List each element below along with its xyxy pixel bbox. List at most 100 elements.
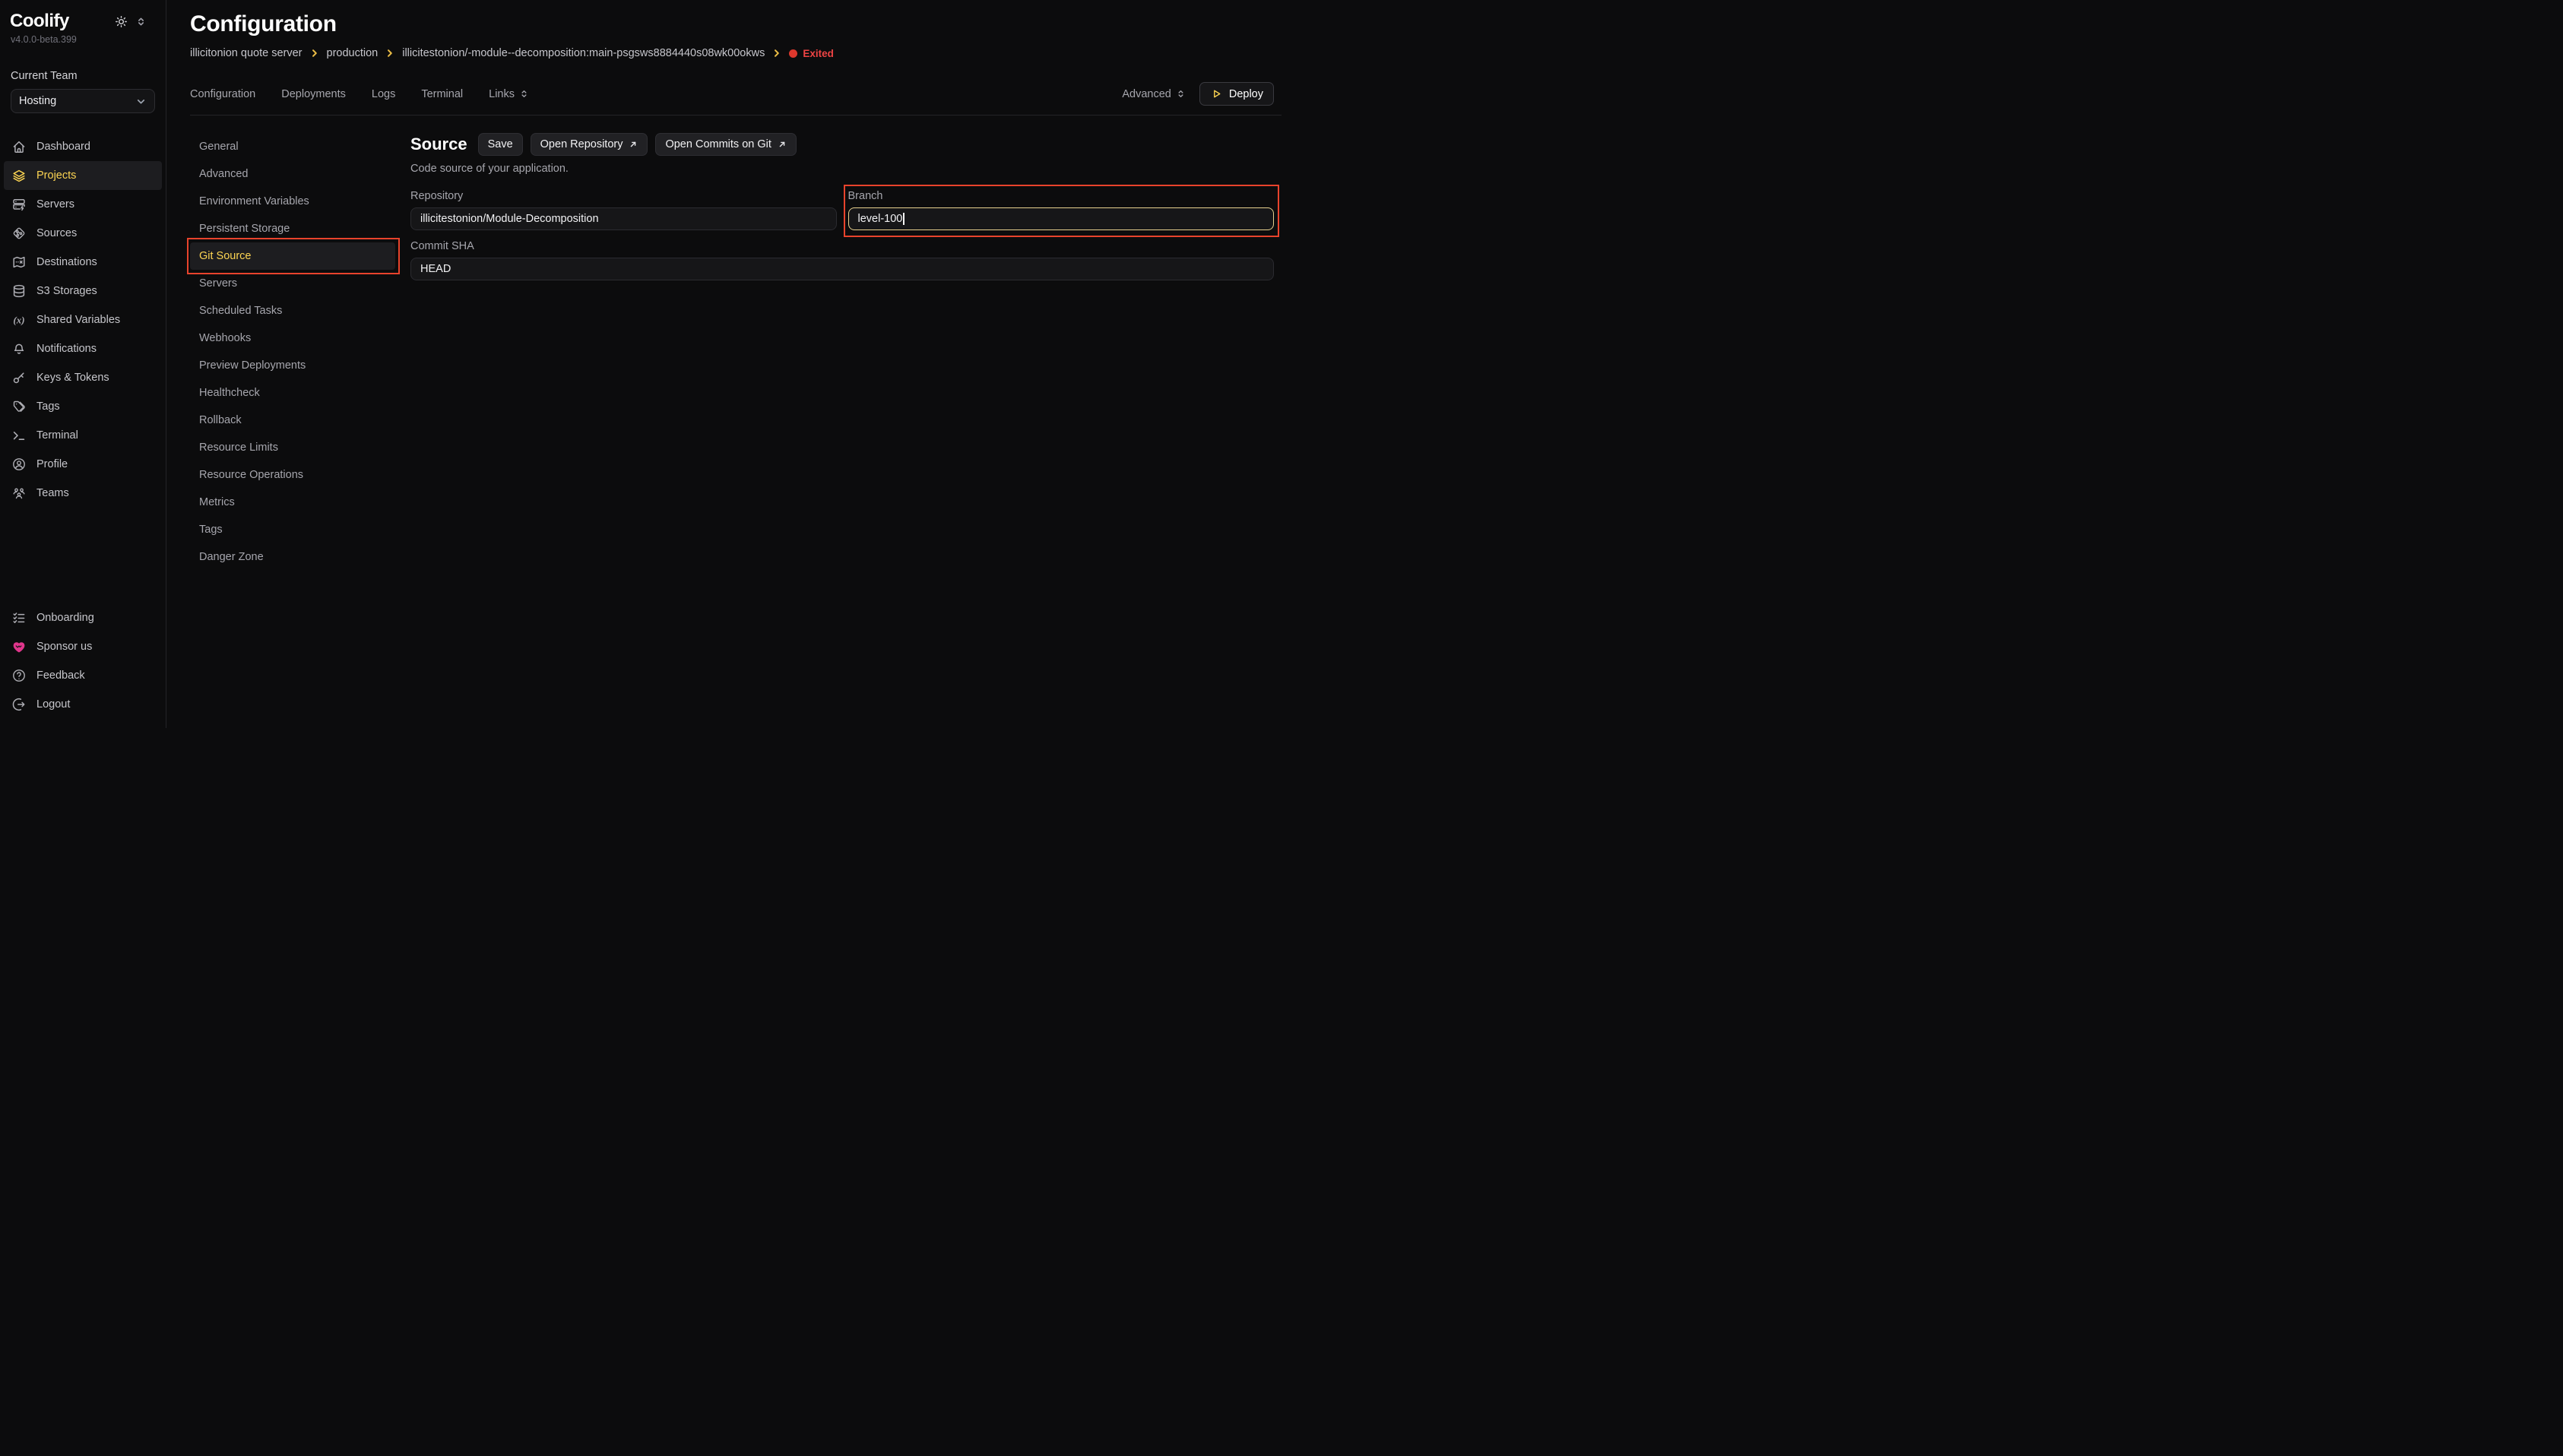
save-button[interactable]: Save xyxy=(478,133,523,156)
subnav-item-rollback[interactable]: Rollback xyxy=(190,407,395,434)
sidebar-item-destinations[interactable]: Destinations xyxy=(4,248,162,277)
subnav-item-servers[interactable]: Servers xyxy=(190,270,395,297)
settings-subnav: General Advanced Environment Variables P… xyxy=(190,133,395,571)
advanced-dropdown[interactable]: Advanced xyxy=(1122,88,1186,100)
sidebar-item-servers[interactable]: Servers xyxy=(4,190,162,219)
sidebar-item-sponsor-us[interactable]: Sponsor us xyxy=(4,632,162,661)
sidebar-nav: Dashboard Projects Servers xyxy=(0,132,166,508)
subnav-item-environment-variables[interactable]: Environment Variables xyxy=(190,188,395,215)
sidebar-item-shared-variables[interactable]: (x) Shared Variables xyxy=(4,305,162,334)
breadcrumb-project[interactable]: illicitonion quote server xyxy=(190,47,303,59)
open-repository-button[interactable]: Open Repository xyxy=(531,133,648,156)
sun-icon[interactable] xyxy=(114,14,128,29)
chevron-down-icon xyxy=(135,96,147,107)
breadcrumb-environment[interactable]: production xyxy=(327,47,379,59)
play-icon xyxy=(1210,87,1223,100)
app-logo: Coolify xyxy=(10,11,69,32)
terminal-icon xyxy=(11,428,27,443)
sidebar-item-logout[interactable]: Logout xyxy=(4,690,162,719)
sidebar-footer-nav: Onboarding Sponsor us Feedback Logou xyxy=(0,603,166,719)
sidebar-item-profile[interactable]: Profile xyxy=(4,450,162,479)
git-source-panel: Source Save Open Repository Open Commits… xyxy=(410,133,1274,571)
sort-chevrons-icon xyxy=(519,89,529,99)
sort-chevrons-icon xyxy=(1176,89,1186,99)
subnav-item-tags[interactable]: Tags xyxy=(190,516,395,543)
sidebar-item-terminal[interactable]: Terminal xyxy=(4,421,162,450)
app-version: v4.0.0-beta.399 xyxy=(0,34,166,45)
git-diamond-icon xyxy=(11,226,27,241)
subnav-item-healthcheck[interactable]: Healthcheck xyxy=(190,379,395,407)
tab-links[interactable]: Links xyxy=(489,88,529,100)
subnav-item-persistent-storage[interactable]: Persistent Storage xyxy=(190,215,395,242)
subnav-item-git-source[interactable]: Git Source xyxy=(190,242,395,270)
sidebar-item-label: Notifications xyxy=(36,343,97,355)
open-commits-button[interactable]: Open Commits on Git xyxy=(655,133,796,156)
logout-icon xyxy=(11,697,27,712)
tab-logs[interactable]: Logs xyxy=(372,88,395,100)
key-icon xyxy=(11,370,27,385)
subnav-item-danger-zone[interactable]: Danger Zone xyxy=(190,543,395,571)
variable-icon: (x) xyxy=(11,312,27,328)
repository-label: Repository xyxy=(410,190,837,202)
subnav-item-resource-operations[interactable]: Resource Operations xyxy=(190,461,395,489)
sidebar-item-label: Profile xyxy=(36,458,68,470)
sidebar-item-dashboard[interactable]: Dashboard xyxy=(4,132,162,161)
server-icon xyxy=(11,197,27,212)
sidebar-item-label: Teams xyxy=(36,487,69,499)
repository-field: Repository illicitestonion/Module-Decomp… xyxy=(410,190,837,230)
commit-sha-input[interactable]: HEAD xyxy=(410,258,1274,280)
subnav-item-scheduled-tasks[interactable]: Scheduled Tasks xyxy=(190,297,395,324)
status-dot-icon xyxy=(789,49,797,58)
text-caret xyxy=(903,213,904,225)
commit-sha-label: Commit SHA xyxy=(410,240,1274,252)
source-description: Code source of your application. xyxy=(410,163,1274,175)
sidebar-item-tags[interactable]: Tags xyxy=(4,392,162,421)
layers-icon xyxy=(11,168,27,183)
sidebar-item-feedback[interactable]: Feedback xyxy=(4,661,162,690)
sidebar-item-label: Feedback xyxy=(36,669,85,682)
sidebar-item-keys-tokens[interactable]: Keys & Tokens xyxy=(4,363,162,392)
chevron-right-icon xyxy=(310,49,319,58)
bell-icon xyxy=(11,341,27,356)
sidebar-item-label: S3 Storages xyxy=(36,285,97,297)
team-select-value: Hosting xyxy=(19,95,56,107)
subnav-item-metrics[interactable]: Metrics xyxy=(190,489,395,516)
status-badge: Exited xyxy=(789,48,834,59)
heart-icon xyxy=(11,639,27,654)
subnav-item-advanced[interactable]: Advanced xyxy=(190,160,395,188)
subnav-git-source-wrap: Git Source xyxy=(190,242,395,270)
theme-sort-chevrons-icon[interactable] xyxy=(135,16,147,27)
subnav-item-preview-deployments[interactable]: Preview Deployments xyxy=(190,352,395,379)
current-team-label: Current Team xyxy=(0,70,166,82)
sidebar-item-onboarding[interactable]: Onboarding xyxy=(4,603,162,632)
subnav-item-webhooks[interactable]: Webhooks xyxy=(190,324,395,352)
svg-text:(x): (x) xyxy=(13,315,24,326)
tab-terminal[interactable]: Terminal xyxy=(421,88,463,100)
home-icon xyxy=(11,139,27,154)
tab-configuration[interactable]: Configuration xyxy=(190,88,255,100)
checklist-icon xyxy=(11,610,27,625)
deploy-button[interactable]: Deploy xyxy=(1199,82,1274,106)
sidebar-item-projects[interactable]: Projects xyxy=(4,161,162,190)
sidebar-item-label: Projects xyxy=(36,169,76,182)
coolify-app: Coolify v4.0.0-beta.399 Current Team Hos… xyxy=(0,0,1282,728)
branch-input[interactable]: level-100 xyxy=(848,207,1275,230)
tab-deployments[interactable]: Deployments xyxy=(281,88,346,100)
status-text: Exited xyxy=(803,48,834,59)
subnav-item-resource-limits[interactable]: Resource Limits xyxy=(190,434,395,461)
breadcrumb-application[interactable]: illicitestonion/-module--decomposition:m… xyxy=(402,47,765,59)
page-title: Configuration xyxy=(190,11,1282,38)
sidebar-item-s3-storages[interactable]: S3 Storages xyxy=(4,277,162,305)
team-select[interactable]: Hosting xyxy=(11,89,155,113)
repository-input[interactable]: illicitestonion/Module-Decomposition xyxy=(410,207,837,230)
sidebar-item-teams[interactable]: Teams xyxy=(4,479,162,508)
sidebar-item-label: Keys & Tokens xyxy=(36,372,109,384)
users-icon xyxy=(11,486,27,501)
sidebar-item-sources[interactable]: Sources xyxy=(4,219,162,248)
logo-row: Coolify xyxy=(0,11,166,32)
sidebar-item-notifications[interactable]: Notifications xyxy=(4,334,162,363)
sidebar-item-label: Sponsor us xyxy=(36,641,92,653)
subnav-item-general[interactable]: General xyxy=(190,133,395,160)
chevron-right-icon xyxy=(385,49,394,58)
configuration-content: General Advanced Environment Variables P… xyxy=(190,133,1282,571)
